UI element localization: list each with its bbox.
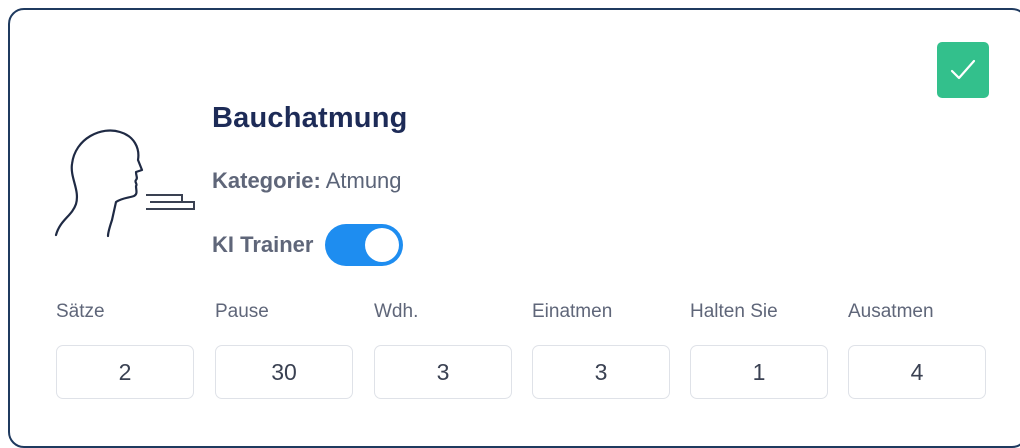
- field-pause: Pause: [215, 300, 353, 399]
- exercise-category: Kategorie: Atmung: [212, 168, 402, 194]
- ai-trainer-toggle[interactable]: [325, 224, 404, 266]
- field-hold-label: Halten Sie: [690, 301, 778, 322]
- field-exhale: Ausatmen: [848, 300, 986, 399]
- toggle-knob: [365, 228, 400, 262]
- field-hold: Halten Sie: [690, 300, 828, 399]
- field-sets: Sätze: [56, 300, 194, 399]
- exhale-input[interactable]: [848, 345, 986, 399]
- field-inhale: Einatmen: [532, 300, 670, 399]
- reps-input[interactable]: [374, 345, 512, 399]
- hold-input[interactable]: [690, 345, 828, 399]
- pause-input[interactable]: [215, 345, 353, 399]
- ai-trainer-row: KI Trainer: [212, 224, 404, 266]
- ai-trainer-label: KI Trainer: [212, 232, 314, 257]
- exercise-card: Bauchatmung Kategorie: Atmung KI Trainer…: [8, 8, 1020, 448]
- checkmark-icon: [950, 59, 976, 80]
- complete-checkbox[interactable]: [937, 42, 989, 98]
- breathing-head-icon: [54, 129, 195, 238]
- sets-input[interactable]: [56, 345, 194, 399]
- field-inhale-label: Einatmen: [532, 301, 613, 322]
- exercise-title: Bauchatmung: [212, 102, 408, 134]
- field-reps: Wdh.: [374, 300, 512, 399]
- category-value: Atmung: [325, 168, 402, 193]
- inhale-input[interactable]: [532, 345, 670, 399]
- field-sets-label: Sätze: [56, 301, 105, 322]
- field-exhale-label: Ausatmen: [848, 301, 934, 322]
- field-reps-label: Wdh.: [374, 301, 419, 322]
- category-label: Kategorie:: [212, 168, 321, 193]
- field-pause-label: Pause: [215, 301, 269, 322]
